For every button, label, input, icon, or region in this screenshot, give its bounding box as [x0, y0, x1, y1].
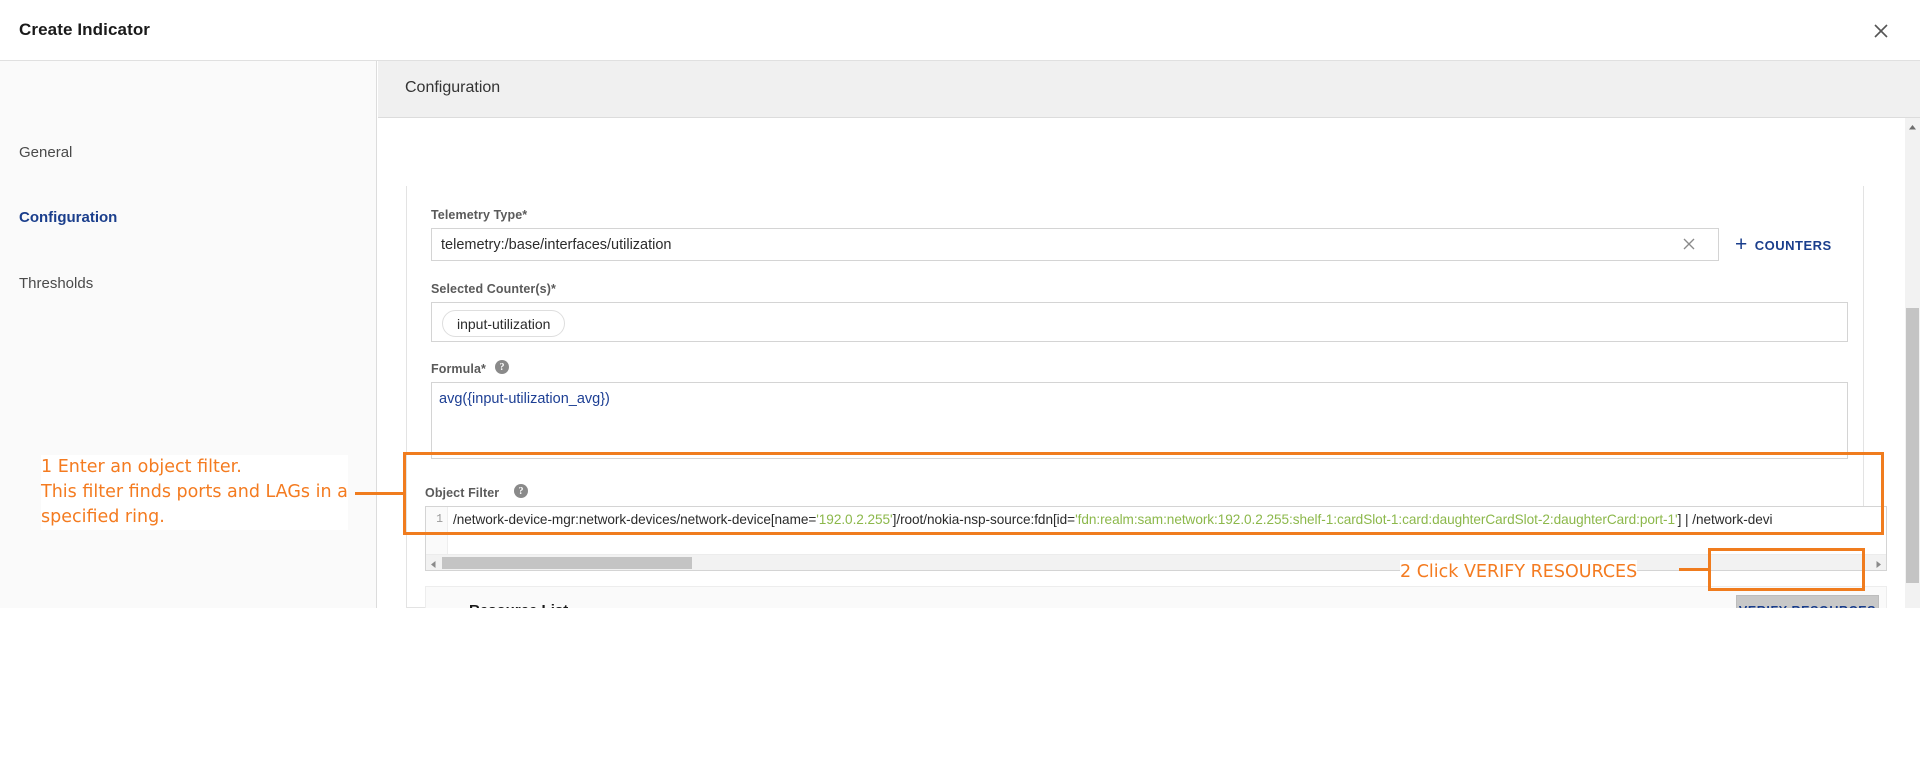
sidebar-item-configuration[interactable]: Configuration [19, 209, 117, 226]
formula-input[interactable]: avg({input-utilization_avg}) [431, 382, 1848, 459]
sidebar-item-thresholds[interactable]: Thresholds [19, 275, 93, 292]
selected-counters-box[interactable]: input-utilization [431, 302, 1848, 342]
formula-value: avg({input-utilization_avg}) [439, 391, 610, 407]
filter-segment-plain: ] | /network-devi [1677, 512, 1773, 527]
horizontal-scroll-thumb[interactable] [442, 557, 692, 569]
filter-segment-plain: ]/root/nokia-nsp-source:fdn[id= [892, 512, 1076, 527]
pane-header: Configuration [378, 61, 1920, 118]
configuration-form-card: Telemetry Type* telemetry:/base/interfac… [406, 186, 1887, 608]
filter-segment-string: '192.0.2.255' [816, 512, 893, 527]
editor-horizontal-scrollbar[interactable] [426, 554, 1886, 570]
line-number: 1 [436, 513, 443, 526]
annotation-text-2: 2 Click VERIFY RESOURCES [1400, 560, 1638, 585]
counter-chip[interactable]: input-utilization [442, 310, 566, 337]
add-counters-button[interactable]: + COUNTERS [1735, 232, 1832, 258]
dialog-title: Create Indicator [19, 20, 151, 39]
plus-icon: + [1735, 232, 1748, 256]
configuration-pane: Configuration Telemetry Type* telemetry:… [378, 61, 1920, 608]
filter-segment-plain: /network-device-mgr:network-devices/netw… [453, 512, 817, 527]
pane-title: Configuration [405, 79, 501, 96]
object-filter-editor[interactable]: 1 /network-device-mgr:network-devices/ne… [425, 506, 1887, 571]
annotation-leader-line [1679, 568, 1711, 571]
selected-counters-label: Selected Counter(s)* [431, 282, 556, 296]
add-counters-label: COUNTERS [1754, 237, 1832, 253]
object-filter-value: /network-device-mgr:network-devices/netw… [453, 512, 1773, 527]
resource-list-row[interactable]: Resource List VERIFY RESOURCES [425, 586, 1887, 608]
formula-help-icon[interactable]: ? [495, 360, 509, 374]
pane-scroll-area: Telemetry Type* telemetry:/base/interfac… [378, 118, 1920, 608]
verify-resources-button[interactable]: VERIFY RESOURCES [1736, 595, 1879, 608]
clear-telemetry-icon[interactable] [1679, 234, 1699, 254]
object-filter-help-icon[interactable]: ? [514, 484, 528, 498]
resource-list-label: Resource List [469, 602, 568, 608]
pane-vertical-scrollbar[interactable] [1905, 118, 1920, 608]
annotation-text-1: 1 Enter an object filter. This filter fi… [41, 455, 348, 530]
sidebar-item-general[interactable]: General [19, 144, 72, 161]
vertical-scroll-thumb[interactable] [1906, 308, 1919, 583]
telemetry-type-label: Telemetry Type* [431, 208, 528, 222]
close-icon[interactable] [1864, 14, 1898, 48]
telemetry-type-input[interactable]: telemetry:/base/interfaces/utilization [431, 228, 1719, 261]
chevron-down-icon[interactable] [440, 604, 456, 608]
triangle-right-icon[interactable] [1873, 557, 1884, 568]
triangle-left-icon[interactable] [428, 557, 439, 568]
filter-segment-string: 'fdn:realm:sam:network:192.0.2.255:shelf… [1075, 512, 1678, 527]
object-filter-label: Object Filter [425, 486, 500, 500]
formula-label: Formula* [431, 362, 486, 376]
dialog-titlebar: Create Indicator [0, 0, 1920, 61]
annotation-leader-line [355, 492, 405, 495]
triangle-up-icon[interactable] [1907, 120, 1918, 131]
